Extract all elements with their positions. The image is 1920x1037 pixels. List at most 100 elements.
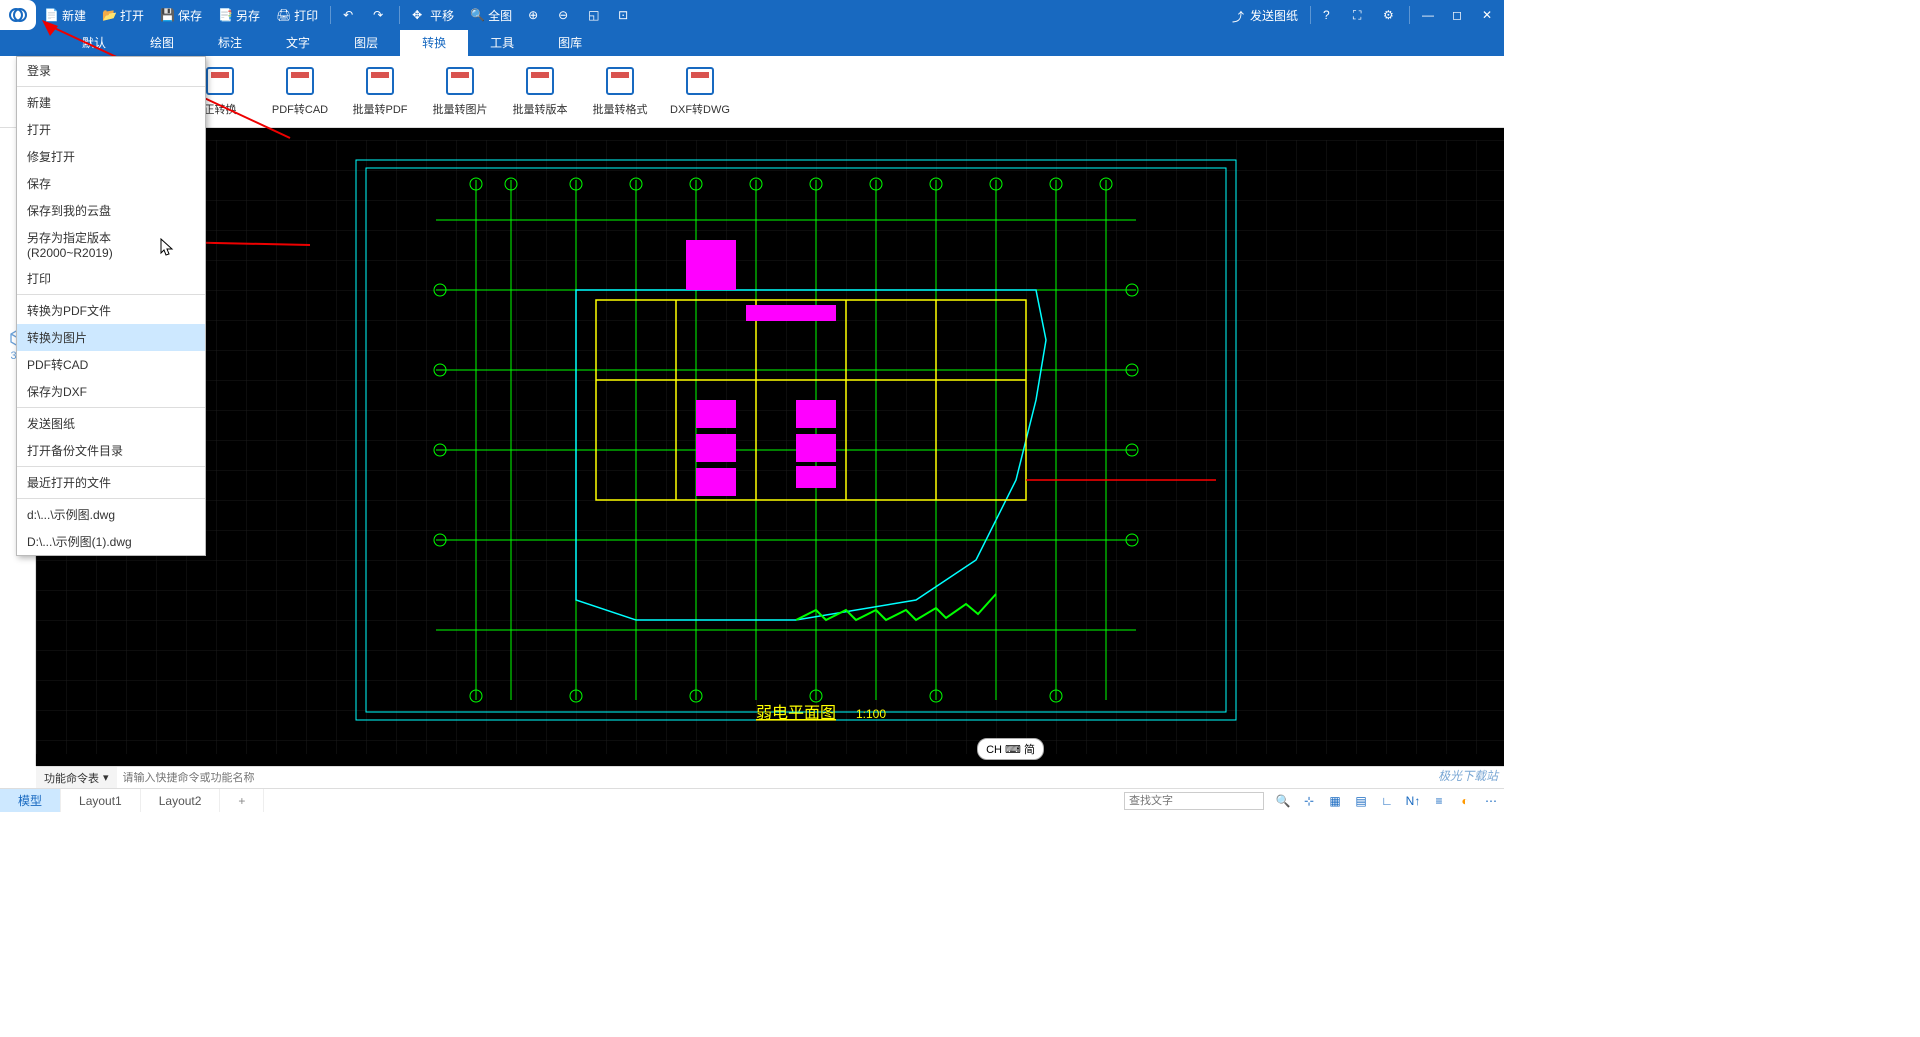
separator	[1310, 6, 1311, 24]
ribbon-label: 批量转PDF	[353, 101, 408, 117]
help-button[interactable]: ?	[1315, 0, 1345, 30]
menu-open[interactable]: 打开	[17, 116, 205, 143]
close-button[interactable]: ✕	[1474, 0, 1504, 30]
find-text-input[interactable]	[1124, 792, 1264, 810]
grid2-icon: ▤	[1355, 794, 1366, 808]
command-input[interactable]	[117, 772, 1504, 784]
zoom-in-button[interactable]: ⊕	[520, 0, 550, 30]
menu-repair-open[interactable]: 修复打开	[17, 143, 205, 170]
new-button[interactable]: 📄新建	[36, 0, 94, 30]
redo-button[interactable]: ↷	[365, 0, 395, 30]
ribbon-label: DXF转DWG	[670, 101, 730, 117]
fullscreen-button[interactable]: ⛶	[1345, 0, 1375, 30]
full-label: 全图	[488, 7, 512, 24]
pan-button[interactable]: ✥平移	[404, 0, 462, 30]
search-button[interactable]: 🔍	[1270, 789, 1296, 812]
new-label: 新建	[62, 7, 86, 24]
separator	[330, 6, 331, 24]
tab-text[interactable]: 文字	[264, 30, 332, 56]
zoom-out-button[interactable]: ⊖	[550, 0, 580, 30]
zoom-window-button[interactable]: ◱	[580, 0, 610, 30]
open-icon: 📂	[102, 8, 116, 22]
tab-library[interactable]: 图库	[536, 30, 604, 56]
ribbon-label: 批量转格式	[593, 101, 648, 117]
menu-send-drawing[interactable]: 发送图纸	[17, 410, 205, 437]
menu-pdf-to-cad[interactable]: PDF转CAD	[17, 351, 205, 378]
drawing-title: 弱电平面图	[756, 704, 836, 722]
menu-print[interactable]: 打印	[17, 265, 205, 292]
tab-convert[interactable]: 转换	[400, 30, 468, 56]
zoom-extent-icon: ⊡	[618, 8, 632, 22]
open-button[interactable]: 📂打开	[94, 0, 152, 30]
command-label[interactable]: 功能命令表▾	[36, 767, 117, 788]
menu-login[interactable]: 登录	[17, 57, 205, 84]
menu-save[interactable]: 保存	[17, 170, 205, 197]
tab-default[interactable]: 默认	[60, 30, 128, 56]
status-more[interactable]: ⋯	[1478, 789, 1504, 812]
separator	[399, 6, 400, 24]
save-button[interactable]: 💾保存	[152, 0, 210, 30]
ribbon-batch-image[interactable]: 批量转图片	[420, 56, 500, 127]
pdf-icon	[206, 67, 234, 95]
status-snap[interactable]: ⊹	[1296, 789, 1322, 812]
ribbon-batch-pdf[interactable]: 批量转PDF	[340, 56, 420, 127]
ribbon-batch-version[interactable]: 批量转版本	[500, 56, 580, 127]
menu-recent-file-1[interactable]: d:\...\示例图.dwg	[17, 501, 205, 528]
drawing-canvas[interactable]: 弱电平面图 1:100	[36, 128, 1504, 766]
ime-badge[interactable]: CH ⌨ 简	[977, 738, 1044, 760]
layout-tab-model[interactable]: 模型	[0, 789, 61, 812]
close-icon: ✕	[1482, 8, 1496, 22]
menu-save-dxf[interactable]: 保存为DXF	[17, 378, 205, 405]
ribbon-label: 批量转图片	[433, 101, 488, 117]
status-color[interactable]: ◐	[1452, 789, 1478, 812]
snap-icon: ⊹	[1304, 794, 1314, 808]
ribbon-label: 正转换	[204, 101, 237, 117]
minimize-button[interactable]: —	[1414, 0, 1444, 30]
maximize-button[interactable]: ◻	[1444, 0, 1474, 30]
zoom-button[interactable]: 🔍全图	[462, 0, 520, 30]
tab-tools[interactable]: 工具	[468, 30, 536, 56]
top-toolbar: 📄新建 📂打开 💾保存 📑另存 🖨打印 ↶ ↷ ✥平移 🔍全图 ⊕ ⊖ ◱ ⊡ …	[0, 0, 1504, 30]
ribbon-pdf-to-cad[interactable]: PDF转CAD	[260, 56, 340, 127]
drawing-scale: 1:100	[856, 707, 886, 721]
menu-recent-file-2[interactable]: D:\...\示例图(1).dwg	[17, 528, 205, 555]
undo-button[interactable]: ↶	[335, 0, 365, 30]
ribbon-dxf-dwg[interactable]: DXF转DWG	[660, 56, 740, 127]
tab-layer[interactable]: 图层	[332, 30, 400, 56]
menu-new[interactable]: 新建	[17, 89, 205, 116]
separator	[1409, 6, 1410, 24]
status-grid2[interactable]: ▤	[1348, 789, 1374, 812]
menu-saveas-version[interactable]: 另存为指定版本(R2000~R2019)	[17, 224, 205, 265]
app-logo[interactable]	[0, 0, 36, 30]
fullscreen-icon: ⛶	[1353, 8, 1367, 22]
pan-icon: ✥	[412, 8, 426, 22]
search-icon: 🔍	[1276, 794, 1291, 808]
menu-recent-files[interactable]: 最近打开的文件	[17, 469, 205, 496]
zoom-out-icon: ⊖	[558, 8, 572, 22]
status-grid[interactable]: ▦	[1322, 789, 1348, 812]
layout-tab-2[interactable]: Layout2	[141, 789, 221, 812]
upload-icon: ⤴	[1232, 8, 1246, 22]
menu-save-cloud[interactable]: 保存到我的云盘	[17, 197, 205, 224]
status-ortho[interactable]: ∟	[1374, 789, 1400, 812]
undo-icon: ↶	[343, 8, 357, 22]
menu-to-pdf[interactable]: 转换为PDF文件	[17, 297, 205, 324]
tab-draw[interactable]: 绘图	[128, 30, 196, 56]
saveas-button[interactable]: 📑另存	[210, 0, 268, 30]
menu-open-backup[interactable]: 打开备份文件目录	[17, 437, 205, 464]
send-drawing-button[interactable]: ⤴发送图纸	[1224, 0, 1306, 30]
ribbon-batch-format[interactable]: 批量转格式	[580, 56, 660, 127]
zoom-extent-button[interactable]: ⊡	[610, 0, 640, 30]
status-linetype[interactable]: ≡	[1426, 789, 1452, 812]
layout-tab-add[interactable]: +	[220, 789, 264, 812]
pdf-icon	[286, 67, 314, 95]
menu-to-image[interactable]: 转换为图片	[17, 324, 205, 351]
print-button[interactable]: 🖨打印	[268, 0, 326, 30]
saveas-label: 另存	[236, 7, 260, 24]
settings-button[interactable]: ⚙	[1375, 0, 1405, 30]
layout-tab-1[interactable]: Layout1	[61, 789, 141, 812]
format-icon	[606, 67, 634, 95]
status-north[interactable]: N↑	[1400, 789, 1426, 812]
tab-annotation[interactable]: 标注	[196, 30, 264, 56]
save-label: 保存	[178, 7, 202, 24]
